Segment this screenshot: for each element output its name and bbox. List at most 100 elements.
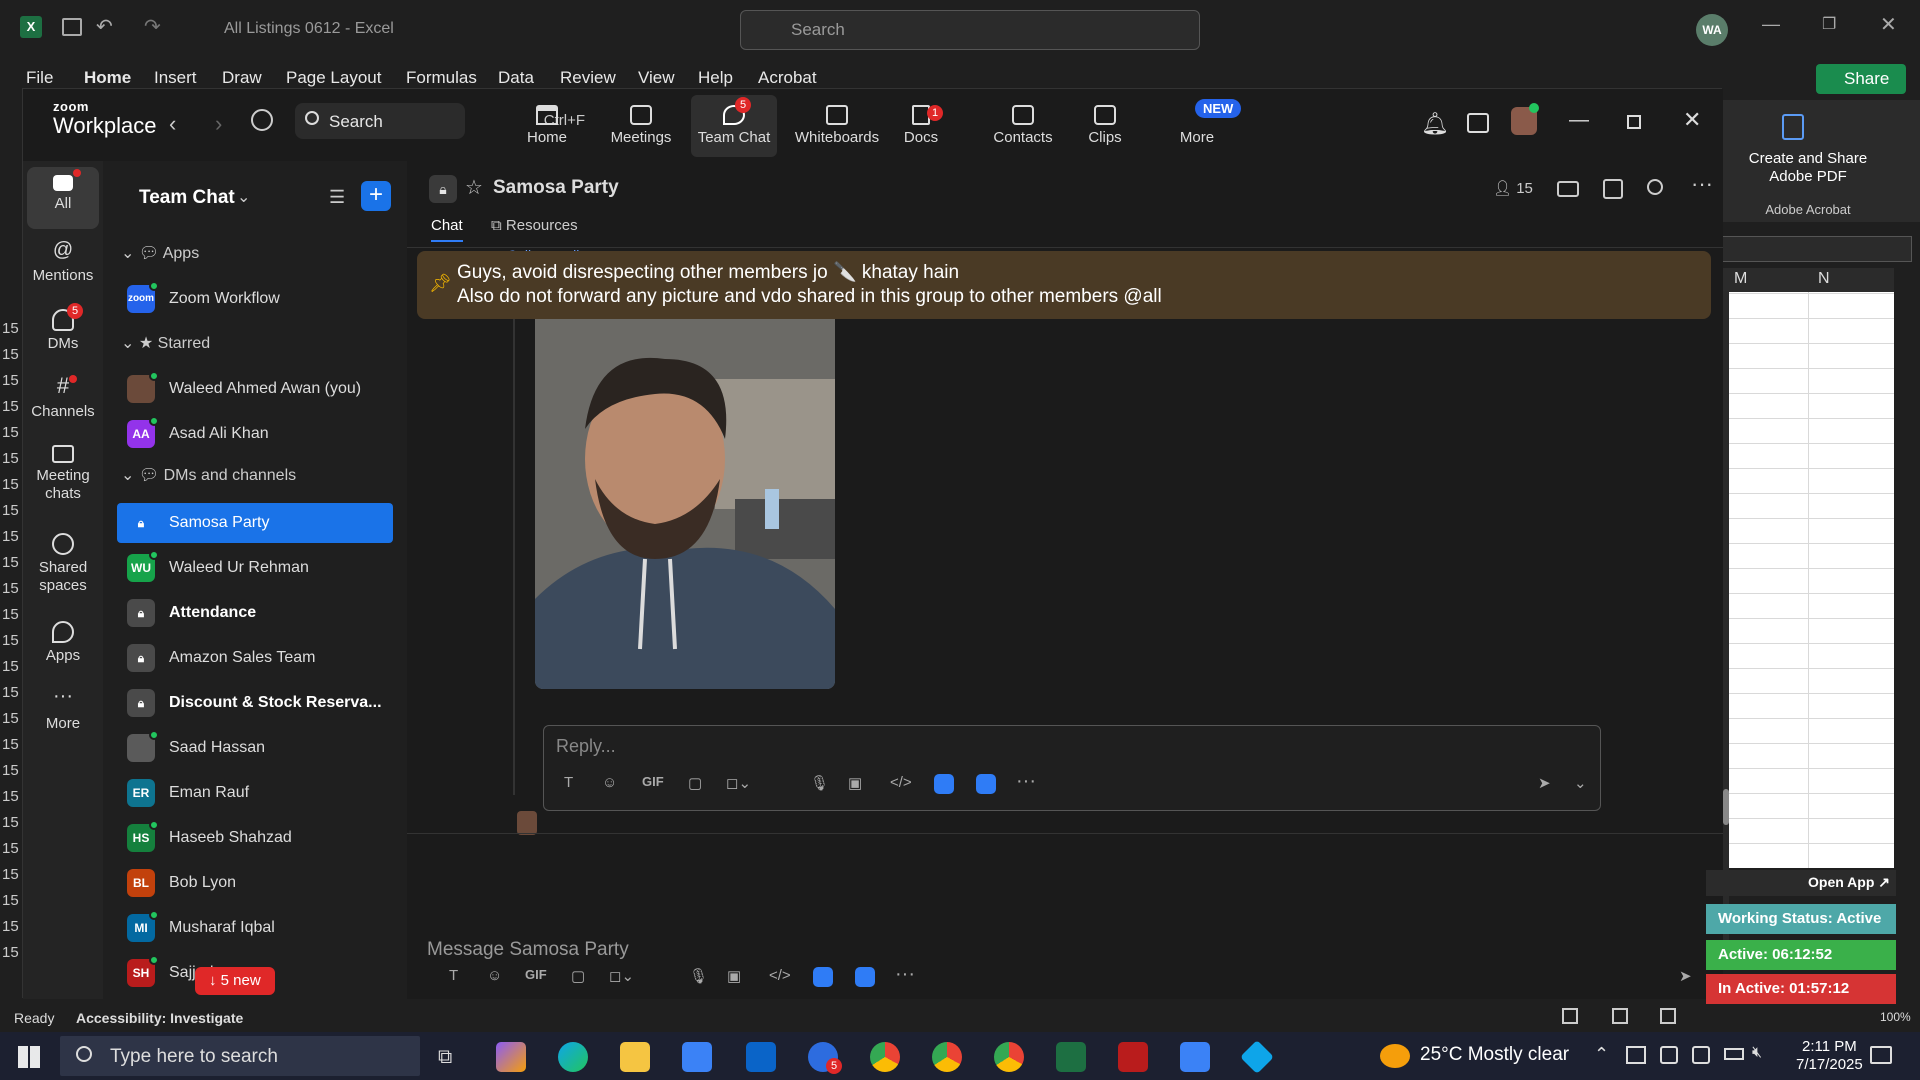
tab-view[interactable]: View (638, 68, 675, 88)
nav-contacts[interactable]: Contacts (973, 105, 1073, 146)
clock[interactable]: 2:11 PM 7/17/2025 (1796, 1038, 1863, 1074)
minimize-icon[interactable]: — (1569, 109, 1589, 132)
rail-all[interactable]: All (27, 167, 99, 229)
chrome-icon[interactable] (932, 1042, 962, 1072)
tab-chat[interactable]: Chat (431, 217, 463, 242)
back-icon[interactable]: ‹ (169, 111, 176, 137)
row-header[interactable]: 15 (2, 372, 19, 389)
microsoft-store-icon[interactable] (682, 1042, 712, 1072)
text-format-icon[interactable]: T (564, 774, 573, 791)
row-header[interactable]: 15 (2, 736, 19, 753)
screenshot-icon[interactable]: ◻⌄ (609, 967, 634, 985)
sidebar-item-asad-ali-khan[interactable]: AA Asad Ali Khan (117, 414, 393, 454)
zoom-app-icon[interactable] (813, 967, 833, 987)
row-header[interactable]: 15 (2, 580, 19, 597)
code-icon[interactable]: </> (769, 967, 791, 984)
undo-icon[interactable]: ↶ (96, 14, 113, 39)
scrollbar[interactable] (1723, 291, 1729, 941)
rail-shared-spaces[interactable]: Shared spaces (23, 533, 103, 595)
row-header[interactable]: 15 (2, 554, 19, 571)
redo-icon[interactable]: ↷ (144, 14, 161, 39)
row-header[interactable]: 15 (2, 788, 19, 805)
row-header[interactable]: 15 (2, 866, 19, 883)
history-icon[interactable] (251, 109, 273, 131)
microphone-icon[interactable]: 🎙︎ (689, 967, 708, 985)
tab-insert[interactable]: Insert (154, 68, 197, 88)
reply-box[interactable]: Reply... T ☺ GIF ▢ ◻⌄ 🎙︎ ▣ </> ··· ➤ ⌄ (543, 725, 1601, 811)
taskbar-search-input[interactable]: Type here to search (60, 1036, 420, 1076)
sidebar-item-waleed-ur-rehman[interactable]: WU Waleed Ur Rehman (117, 548, 393, 588)
notifications-icon[interactable] (1870, 1046, 1892, 1064)
pinned-message[interactable]: 📌︎ Guys, avoid disrespecting other membe… (417, 251, 1711, 319)
save-icon[interactable] (62, 18, 82, 36)
chevron-down-icon[interactable]: ⌄ (237, 187, 250, 207)
zoom-level[interactable]: 100% (1880, 1010, 1911, 1024)
windows-start-icon[interactable] (18, 1046, 40, 1068)
edge-icon[interactable] (558, 1042, 588, 1072)
row-header[interactable]: 15 (2, 658, 19, 675)
excel-search-input[interactable]: Search (740, 10, 1200, 50)
sidebar-item-musharaf-iqbal[interactable]: MI Musharaf Iqbal (117, 908, 393, 948)
rail-channels[interactable]: # Channels (23, 375, 103, 421)
tab-review[interactable]: Review (560, 68, 616, 88)
spreadsheet-grid[interactable] (1722, 268, 1894, 868)
chevron-up-icon[interactable]: ⌃ (1594, 1044, 1609, 1065)
sidebar-item-saad-hassan[interactable]: Saad Hassan (117, 728, 393, 768)
sidebar-item-zoom-workflow[interactable]: zoom Zoom Workflow (117, 279, 393, 319)
emoji-icon[interactable]: ☺ (487, 967, 502, 984)
reply-input[interactable]: Reply... (556, 736, 616, 757)
row-header[interactable]: 15 (2, 346, 19, 363)
row-header[interactable]: 15 (2, 528, 19, 545)
new-chat-button[interactable]: + (361, 181, 391, 211)
chrome-icon[interactable] (870, 1042, 900, 1072)
close-icon[interactable]: ✕ (1683, 107, 1701, 133)
rail-meeting-chats[interactable]: Meeting chats (23, 445, 103, 503)
gif-icon[interactable]: GIF (642, 774, 664, 789)
tab-help[interactable]: Help (698, 68, 733, 88)
shared-photo[interactable] (535, 319, 835, 689)
rail-apps[interactable]: Apps (23, 621, 103, 665)
sidebar-item-waleed-ahmed-awan[interactable]: Waleed Ahmed Awan (you) (117, 369, 393, 409)
microphone-icon[interactable]: 🎙︎ (810, 774, 829, 792)
page-layout-view-icon[interactable] (1612, 1008, 1628, 1024)
row-header[interactable]: 15 (2, 710, 19, 727)
sidebar-item-eman-rauf[interactable]: ER Eman Rauf (117, 773, 393, 813)
code-icon[interactable]: </> (890, 774, 912, 791)
file-icon[interactable]: ▢ (688, 774, 702, 792)
excel-user-avatar[interactable]: WA (1696, 14, 1728, 46)
page-break-view-icon[interactable] (1660, 1008, 1676, 1024)
rail-more[interactable]: ··· More (23, 686, 103, 733)
row-header[interactable]: 15 (2, 762, 19, 779)
tab-formulas[interactable]: Formulas (406, 68, 477, 88)
row-header[interactable]: 15 (2, 502, 19, 519)
section-apps[interactable]: ⌄ 💬︎ Apps (121, 243, 199, 263)
zoom-app-icon[interactable] (934, 774, 954, 794)
row-header[interactable]: 15 (2, 632, 19, 649)
create-share-pdf-button[interactable]: Create and Share Adobe PDF (1728, 150, 1888, 186)
app-icon[interactable] (1240, 1040, 1274, 1074)
outlook-icon[interactable] (746, 1042, 776, 1072)
sidebar-item-samosa-party[interactable]: 🔒︎ Samosa Party (117, 503, 393, 543)
close-icon[interactable]: ✕ (1880, 12, 1897, 37)
video-message-icon[interactable]: ▣ (727, 967, 741, 985)
column-n-header[interactable]: N (1818, 270, 1830, 288)
video-message-icon[interactable]: ▣ (848, 774, 862, 792)
search-icon[interactable] (1647, 179, 1663, 195)
scrollbar-thumb[interactable] (1723, 789, 1729, 825)
tab-acrobat[interactable]: Acrobat (758, 68, 817, 88)
nav-whiteboards[interactable]: Whiteboards (787, 105, 887, 146)
display-icon[interactable] (1692, 1046, 1710, 1064)
bell-icon[interactable]: 🔔︎ (1421, 111, 1449, 137)
nav-team-chat[interactable]: Team Chat 5 (691, 95, 777, 157)
channel-name[interactable]: Samosa Party (493, 177, 619, 199)
screenshot-icon[interactable]: ◻⌄ (726, 774, 751, 792)
battery-icon[interactable] (1724, 1048, 1744, 1060)
sidebar-item-haseeb-shahzad[interactable]: HS Haseeb Shahzad (117, 818, 393, 858)
sidebar-title[interactable]: Team Chat (139, 187, 235, 209)
column-m-header[interactable]: M (1734, 270, 1747, 288)
weather-text[interactable]: 25°C Mostly clear (1420, 1044, 1569, 1066)
filezilla-icon[interactable] (1118, 1042, 1148, 1072)
members-count[interactable]: 👤︎ 15 (1493, 179, 1533, 197)
nav-meetings[interactable]: Meetings (601, 105, 681, 146)
sidebar-item-attendance[interactable]: 🔒︎ Attendance (117, 593, 393, 633)
